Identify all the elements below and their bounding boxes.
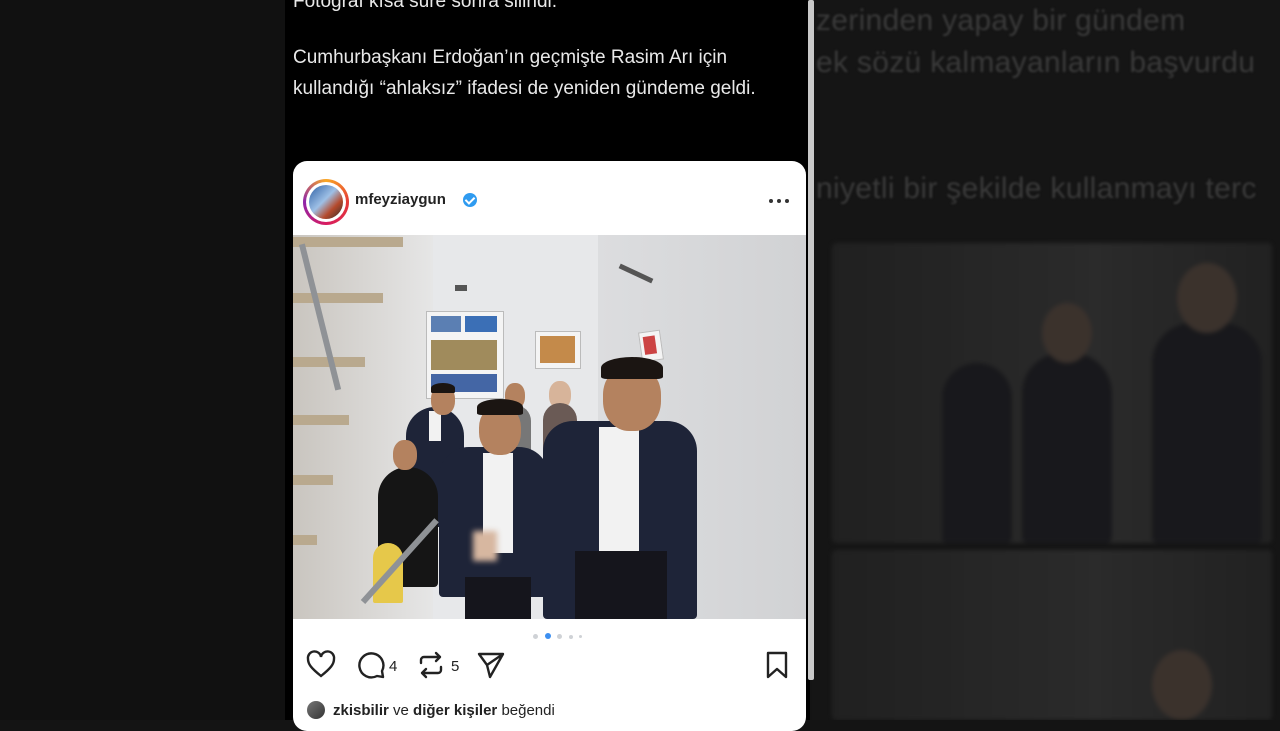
repost-count: 5 bbox=[451, 658, 460, 675]
send-icon[interactable] bbox=[475, 649, 507, 681]
post-text-paragraph: Cumhurbaşkanı Erdoğan’ın geçmişte Rasim … bbox=[293, 47, 756, 99]
blurred-text-line: zerinden yapay bir gündem bbox=[816, 4, 1186, 37]
post-photo[interactable] bbox=[293, 235, 806, 619]
liked-by-connector: ve bbox=[393, 702, 409, 719]
liked-by-others-link[interactable]: diğer kişiler bbox=[413, 702, 497, 719]
instagram-embed[interactable]: mfeyziaygun 4 5 zkisbilir ve diğer kişil… bbox=[293, 161, 806, 731]
carousel-indicator bbox=[533, 633, 583, 641]
wall-frame bbox=[535, 331, 581, 369]
blurred-photo bbox=[832, 243, 1272, 543]
blurred-text-line: niyetli bir şekilde kullanmayı terc bbox=[816, 172, 1257, 205]
blurred-photo bbox=[832, 550, 1272, 720]
comment-count: 4 bbox=[389, 658, 398, 675]
more-dots-icon[interactable] bbox=[767, 197, 791, 205]
blurred-text-line: ek sözü kalmayanların başvurdu bbox=[816, 46, 1256, 79]
repost-icon[interactable] bbox=[415, 649, 447, 681]
verified-badge-icon bbox=[463, 193, 477, 207]
username-link[interactable]: mfeyziaygun bbox=[355, 191, 446, 208]
action-bar: 4 5 bbox=[293, 649, 806, 689]
comment-icon[interactable] bbox=[355, 649, 387, 681]
right-blurred-background: zerinden yapay bir gündem ek sözü kalmay… bbox=[812, 0, 1280, 720]
heart-icon[interactable] bbox=[305, 649, 337, 681]
embed-header: mfeyziaygun bbox=[293, 161, 806, 235]
liked-by-suffix: beğendi bbox=[501, 702, 555, 719]
post-text-line: Fotoğraf kısa süre sonra silindi. bbox=[293, 0, 558, 12]
avatar[interactable] bbox=[303, 179, 349, 225]
liked-by-user-link[interactable]: zkisbilir bbox=[333, 702, 389, 719]
left-background bbox=[0, 0, 285, 720]
avatar[interactable] bbox=[307, 701, 325, 719]
bookmark-icon[interactable] bbox=[761, 649, 793, 681]
scrollbar[interactable] bbox=[808, 0, 814, 680]
